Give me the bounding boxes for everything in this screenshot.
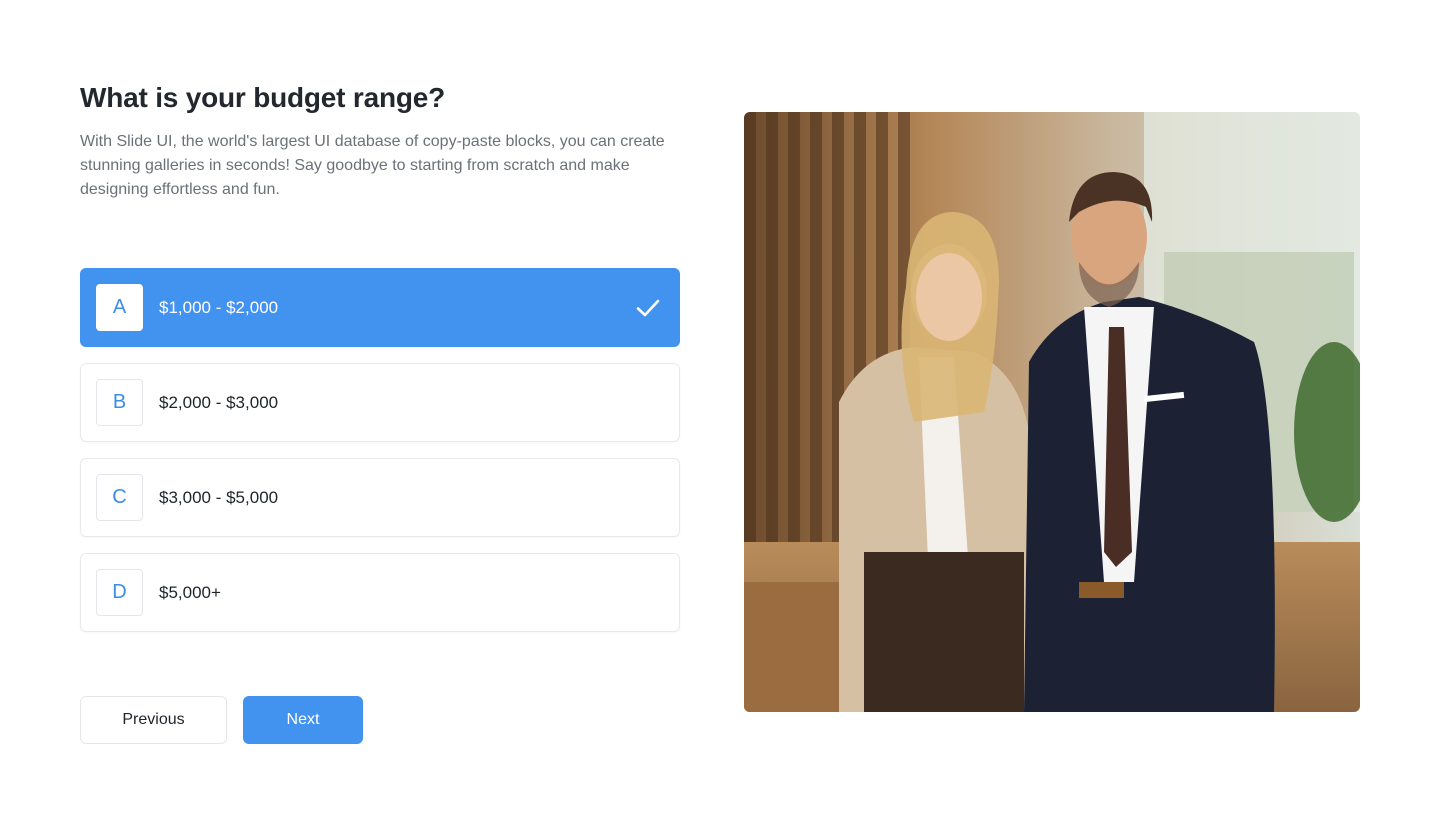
option-label: $3,000 - $5,000 <box>159 487 279 507</box>
next-button[interactable]: Next <box>243 696 363 744</box>
option-c[interactable]: C $3,000 - $5,000 <box>80 458 680 537</box>
option-d[interactable]: D $5,000+ <box>80 553 680 632</box>
check-icon <box>636 299 660 317</box>
question-header: What is your budget range? With Slide UI… <box>80 80 680 202</box>
business-people-photo <box>744 112 1360 712</box>
option-label: $1,000 - $2,000 <box>159 297 279 317</box>
option-b[interactable]: B $2,000 - $3,000 <box>80 363 680 442</box>
navigation-buttons: Previous Next <box>80 696 363 744</box>
photo-illustration <box>744 112 1360 712</box>
page-description: With Slide UI, the world's largest UI da… <box>80 133 665 198</box>
option-label: $5,000+ <box>159 582 221 602</box>
option-letter-badge: D <box>96 569 143 616</box>
option-letter-badge: C <box>96 474 143 521</box>
option-letter-badge: B <box>96 379 143 426</box>
answer-options: A $1,000 - $2,000 B $2,000 - $3,000 C $3… <box>80 268 680 648</box>
previous-button[interactable]: Previous <box>80 696 227 744</box>
option-letter-badge: A <box>96 284 143 331</box>
option-a[interactable]: A $1,000 - $2,000 <box>80 268 680 347</box>
option-label: $2,000 - $3,000 <box>159 392 279 412</box>
page-title: What is your budget range? <box>80 82 446 113</box>
